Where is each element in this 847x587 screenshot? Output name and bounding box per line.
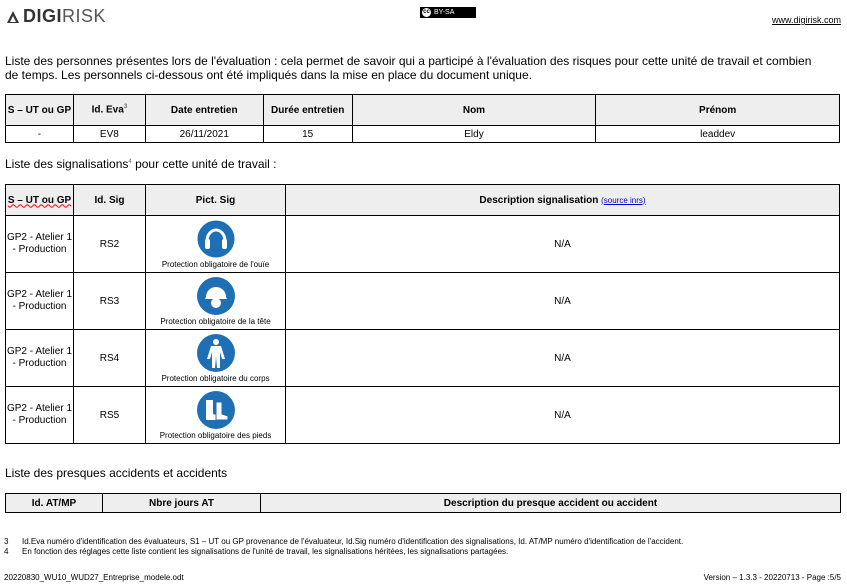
table-row: GP2 - Atelier 1 - Production RS4 Protect… [5,329,840,387]
col-header-ut: S – UT ou GP [5,94,74,126]
signals-table: S – UT ou GP Id. Sig Pict. Sig Descripti… [5,184,840,444]
col-header-id-eva: Id. Eva3 [72,94,146,126]
signals-header-row: S – UT ou GP Id. Sig Pict. Sig Descripti… [5,184,840,216]
cell-description: N/A [285,215,840,273]
cell-ut: GP2 - Atelier 1 - Production [5,329,74,387]
cell-prenom: leaddev [595,125,840,143]
footer-version: Version – 1.3.3 - 20220713 - Page :5/5 [703,573,841,582]
ear-protection-icon [196,219,235,258]
col-header-id-sig: Id. Sig [73,184,146,216]
cell-description: N/A [285,386,840,444]
table-row: GP2 - Atelier 1 - Production RS3 Protect… [5,272,840,330]
col-header-id-eva-label: Id. Eva [91,104,124,116]
cell-ut: GP2 - Atelier 1 - Production [5,386,74,444]
source-inrs-link[interactable]: (source inrs) [601,196,645,205]
col-header-nbre-jours: Nbre jours AT [102,493,261,513]
col-header-date: Date entretien [144,94,264,126]
head-protection-icon [196,276,235,315]
footnote-number: 4 [4,547,9,556]
sign-label: Protection obligatoire des pieds [159,430,272,440]
accidents-table: Id. AT/MP Nbre jours AT Description du p… [5,493,841,513]
col-header-nom: Nom [351,94,597,126]
sign-label: Protection obligatoire du corps [161,373,270,383]
cell-id-sig: RS3 [73,272,146,330]
signals-heading: Liste des signalisations4 pour cette uni… [5,157,277,171]
persons-table: S – UT ou GP Id. Eva3 Date entretien Dur… [5,94,840,143]
footnote-ref-3[interactable]: 3 [124,104,127,110]
cell-duration: 15 [262,125,353,143]
col-header-duration: Durée entretien [262,94,353,126]
cell-ut: GP2 - Atelier 1 - Production [5,272,74,330]
cell-description: N/A [285,272,840,330]
signals-heading-text: Liste des signalisations [5,157,129,171]
body-protection-icon [196,333,235,372]
col-header-prenom: Prénom [595,94,840,126]
accidents-heading: Liste des presques accidents et accident… [5,466,228,480]
logo-text-bold: DIGI [23,6,63,26]
col-header-accident-description: Description du presque accident ou accid… [260,493,841,513]
digirisk-logo: DIGIRISK [6,6,106,27]
logo-text-light: RISK [62,6,107,26]
cell-pict: Protection obligatoire de l'ouïe [145,215,286,273]
sign-label: Protection obligatoire de la tête [160,316,271,326]
accidents-header-row: Id. AT/MP Nbre jours AT Description du p… [5,493,841,513]
footnote-text: En fonction des réglages cette liste con… [22,547,509,556]
cc-license-badge: cc BY-SA [420,7,476,18]
cell-id-sig: RS2 [73,215,146,273]
cell-date: 26/11/2021 [144,125,264,143]
table-row: GP2 - Atelier 1 - Production RS5 Protect… [5,386,840,444]
col-header-id-atmp: Id. AT/MP [5,493,103,513]
cell-ut: - [5,125,74,143]
cell-id-sig: RS4 [73,329,146,387]
col-header-description-label: Description signalisation [479,194,599,206]
cell-pict: Protection obligatoire de la tête [145,272,286,330]
persons-header-row: S – UT ou GP Id. Eva3 Date entretien Dur… [5,94,840,126]
cell-id-eva: EV8 [72,125,146,143]
cell-id-sig: RS5 [73,386,146,444]
footnote-4: 4 En fonction des réglages cette liste co… [4,547,508,556]
footnote-text: Id.Eva numéro d'identification des évalu… [22,537,684,546]
table-row: GP2 - Atelier 1 - Production RS2 Protect… [5,215,840,273]
col-header-ut-label: S – UT ou GP [7,194,72,206]
cell-pict: Protection obligatoire du corps [145,329,286,387]
col-header-description: Description signalisation (source inrs) [285,184,840,216]
signals-heading-suffix: pour cette unité de travail : [131,157,277,171]
cell-description: N/A [285,329,840,387]
cell-ut: GP2 - Atelier 1 - Production [5,215,74,273]
footnote-3: 3 Id.Eva numéro d'identification des éval… [4,537,683,546]
website-link[interactable]: www.digirisk.com [772,15,841,25]
cc-icon: cc [422,8,431,17]
license-label: BY-SA [434,9,455,16]
footer-filename: 20220830_WU10_WUD27_Entreprise_modele.od… [4,573,184,582]
foot-protection-icon [196,390,235,429]
cell-nom: Eldy [351,125,597,143]
sign-label: Protection obligatoire de l'ouïe [161,259,270,269]
footnote-number: 3 [4,537,9,546]
cell-pict: Protection obligatoire des pieds [145,386,286,444]
table-row: - EV8 26/11/2021 15 Eldy leaddev [5,125,840,143]
intro-paragraph: Liste des personnes présentes lors de l'… [5,54,812,82]
col-header-pict: Pict. Sig [145,184,286,216]
logo-triangle-icon [7,10,19,23]
col-header-ut: S – UT ou GP [5,184,74,216]
